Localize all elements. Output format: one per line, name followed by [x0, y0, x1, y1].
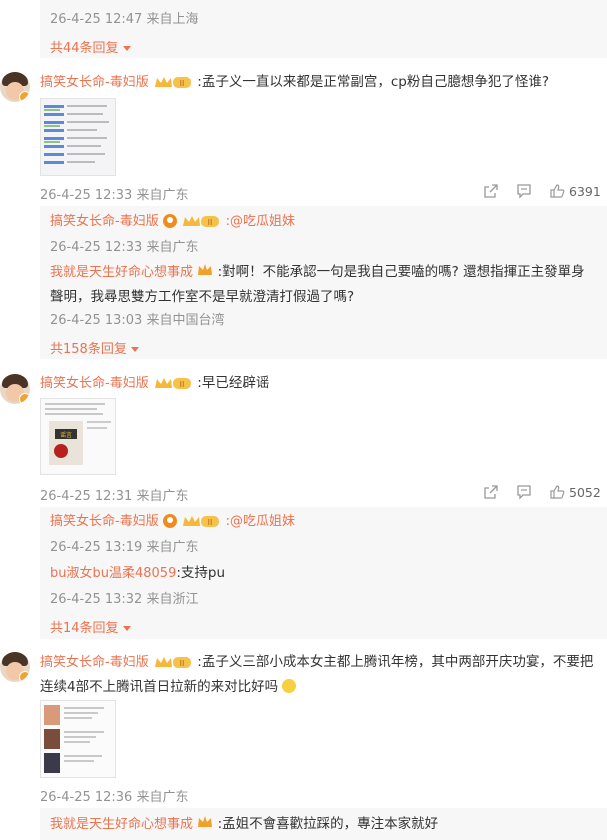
reply-item: 我就是天生好命心想事成 :對啊！不能承認一句是我自己要嗑的嗎? 還想指揮正主發單… [50, 260, 598, 310]
share-icon[interactable] [483, 484, 499, 500]
comment-header: 搞笑女长命-毒妇版 II :孟子义三部小成本女主都上腾讯年榜，其中两部开庆功宴，… [40, 650, 598, 700]
crown-icon [198, 264, 213, 275]
expand-replies-link[interactable]: 共44条回复 [50, 37, 131, 56]
svg-text:II: II [208, 518, 213, 527]
chevron-down-icon [122, 626, 131, 631]
reply-username[interactable]: 我就是天生好命心想事成 [50, 817, 193, 832]
comment-text: :早已经辟谣 [197, 375, 270, 391]
svg-text:谣言: 谣言 [60, 431, 72, 439]
fan-crown-badge-icon: II [183, 216, 220, 227]
expand-replies-link[interactable]: 共158条回复 [50, 338, 139, 357]
reply-text: :支持pu [176, 565, 226, 581]
reply-item: 我就是天生好命心想事成 :孟姐不會喜歡拉踩的，專注本家就好 [50, 812, 438, 837]
reply-username[interactable]: 搞笑女长命-毒妇版 [50, 214, 159, 229]
reply-mention[interactable]: :@吃瓜姐妹 [226, 514, 295, 529]
avatar[interactable] [0, 72, 30, 102]
svg-text:II: II [208, 218, 213, 227]
fan-crown-badge-icon: II [155, 657, 191, 668]
avatar[interactable] [0, 652, 30, 682]
reply-item: 搞笑女长命-毒妇版 II :@吃瓜姐妹 [50, 209, 295, 234]
reply-timestamp: 26-4-25 12:33 来自广东 [50, 240, 199, 255]
expand-replies-label: 共158条回复 [50, 342, 127, 357]
reply-box: 我就是天生好命心想事成 :孟姐不會喜歡拉踩的，專注本家就好 [40, 808, 607, 840]
reply-username[interactable]: 我就是天生好命心想事成 [50, 265, 193, 280]
reply-item: 搞笑女长命-毒妇版 II :@吃瓜姐妹 [50, 509, 295, 534]
reply-box: 搞笑女长命-毒妇版 II :@吃瓜姐妹 26-4-25 12:33 来自广东 我… [40, 206, 607, 359]
like-icon[interactable] [549, 484, 565, 500]
reply-mention[interactable]: :@吃瓜姐妹 [226, 214, 295, 229]
avatar[interactable] [0, 374, 30, 404]
comment-username[interactable]: 搞笑女长命-毒妇版 [40, 655, 149, 670]
like-count: 6391 [569, 183, 601, 199]
comment-timestamp: 26-4-25 12:33 来自广东 [40, 188, 189, 203]
comment-actions: 5052 [483, 484, 601, 500]
chevron-down-icon [122, 46, 131, 51]
comment-image-thumbnail[interactable]: 谣言 [40, 398, 116, 475]
prev-reply-box: 26-4-25 12:47 来自上海 共44条回复 [40, 0, 607, 58]
fan-crown-badge-icon: II [155, 378, 191, 389]
verified-badge-icon [19, 91, 30, 102]
reply-username[interactable]: 搞笑女长命-毒妇版 [50, 514, 159, 529]
reply-timestamp: 26-4-25 13:32 来自浙江 [50, 592, 199, 607]
comment-actions: 6391 [483, 183, 601, 199]
share-icon[interactable] [483, 183, 499, 199]
comment-username[interactable]: 搞笑女长命-毒妇版 [40, 376, 149, 391]
reply-text: :孟姐不會喜歡拉踩的，專注本家就好 [217, 816, 439, 832]
fan-crown-badge-icon: II [183, 516, 220, 527]
comment-timestamp: 26-4-25 12:31 来自广东 [40, 489, 189, 504]
reply-username[interactable]: bu淑女bu温柔48059 [50, 566, 176, 581]
reply-timestamp: 26-4-25 13:19 来自广东 [50, 540, 199, 555]
comment-header: 搞笑女长命-毒妇版 II :孟子义一直以来都是正常副宫，cp粉自己臆想争犯了怪谁… [40, 70, 600, 95]
verified-badge-icon [19, 671, 30, 682]
svg-text:II: II [180, 659, 185, 668]
comment-timestamp: 26-4-25 12:36 来自广东 [40, 790, 189, 805]
svg-text:II: II [180, 79, 185, 88]
comment-icon[interactable] [516, 183, 532, 199]
reply-timestamp: 26-4-25 13:03 来自中国台湾 [50, 313, 225, 328]
comment-image-thumbnail[interactable] [40, 700, 116, 778]
expand-replies-label: 共14条回复 [50, 621, 119, 636]
expand-replies-label: 共44条回复 [50, 41, 119, 56]
comment-image-thumbnail[interactable] [40, 98, 116, 176]
comment-text: :孟子义一直以来都是正常副宫，cp粉自己臆想争犯了怪谁? [197, 74, 550, 90]
reply-box: 搞笑女长命-毒妇版 II :@吃瓜姐妹 26-4-25 13:19 来自广东 b… [40, 507, 607, 639]
verified-icon [163, 514, 177, 528]
verified-badge-icon [19, 393, 30, 404]
reply-item: bu淑女bu温柔48059:支持pu [50, 561, 225, 586]
chevron-down-icon [130, 347, 139, 352]
emoji-icon [282, 679, 297, 693]
like-count: 5052 [569, 484, 601, 500]
comment-icon[interactable] [516, 484, 532, 500]
comment-header: 搞笑女长命-毒妇版 II :早已经辟谣 [40, 371, 600, 396]
expand-replies-link[interactable]: 共14条回复 [50, 617, 131, 636]
fan-crown-badge-icon: II [155, 77, 191, 88]
crown-icon [198, 816, 213, 827]
svg-text:II: II [180, 380, 185, 389]
reply-timestamp: 26-4-25 12:47 来自上海 [50, 12, 199, 27]
verified-icon [163, 214, 177, 228]
like-icon[interactable] [549, 183, 565, 199]
comment-username[interactable]: 搞笑女长命-毒妇版 [40, 75, 149, 90]
